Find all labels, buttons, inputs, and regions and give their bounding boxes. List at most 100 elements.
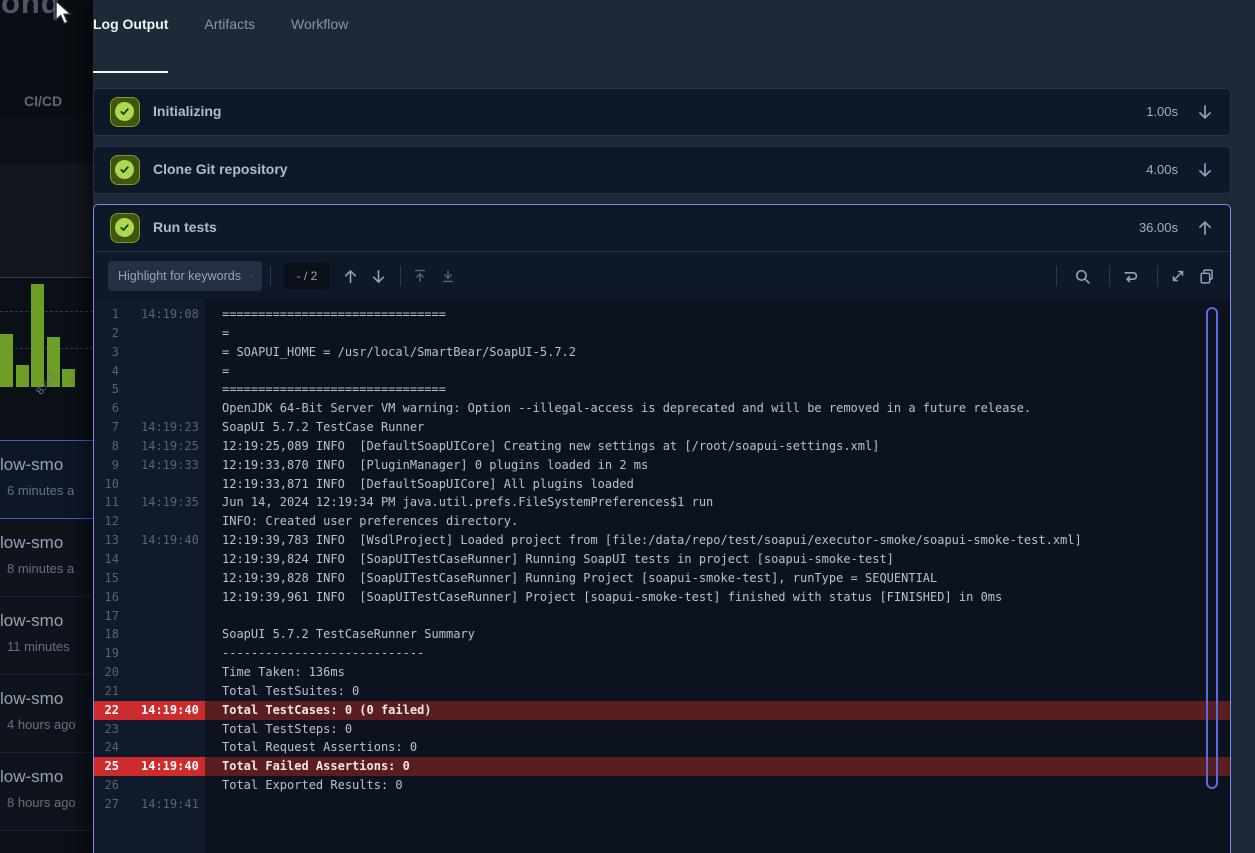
log-gutter: 24 [94, 738, 205, 757]
line-number: 24 [94, 738, 119, 757]
line-number: 20 [94, 663, 119, 682]
execution-time: 6 minutes a [7, 483, 74, 498]
log-text: 12:19:33,871 INFO [DefaultSoapUICore] Al… [222, 475, 1230, 494]
expand-step-icon[interactable] [1196, 161, 1214, 179]
log-text: SoapUI 5.7.2 TestCase Runner [222, 418, 1230, 437]
chart-bar [62, 369, 75, 387]
log-gutter: 19 [94, 644, 205, 663]
funnel-icon [250, 269, 252, 283]
log-text: Total Request Assertions: 0 [222, 738, 1230, 757]
log-console[interactable]: 114:19:08===============================… [94, 299, 1230, 853]
log-line: 10 12:19:33,871 INFO [DefaultSoapUICore] … [94, 475, 1230, 494]
line-number: 4 [94, 362, 119, 381]
log-text: OpenJDK 64-Bit Server VM warning: Option… [222, 399, 1230, 418]
expand-icon [1170, 268, 1186, 284]
scroll-to-top-button[interactable] [408, 264, 432, 288]
line-number: 11 [94, 493, 119, 512]
line-timestamp [141, 738, 201, 757]
line-timestamp [141, 644, 201, 663]
line-number: 13 [94, 531, 119, 550]
collapse-step-icon[interactable] [1196, 219, 1214, 237]
line-number: 22 [94, 701, 119, 720]
search-logs-button[interactable] [1070, 264, 1094, 288]
log-text: 12:19:39,961 INFO [SoapUITestCaseRunner]… [222, 588, 1230, 607]
log-gutter: 26 [94, 776, 205, 795]
next-match-button[interactable] [366, 264, 390, 288]
line-timestamp [141, 588, 201, 607]
copy-logs-button[interactable] [1194, 264, 1218, 288]
log-gutter: 14 [94, 550, 205, 569]
line-timestamp: 14:19:40 [141, 531, 201, 550]
divider [400, 266, 401, 286]
line-number: 23 [94, 720, 119, 739]
execution-name: low-smo [0, 455, 63, 475]
line-number: 10 [94, 475, 119, 494]
step-duration: 4.00s [1146, 162, 1178, 177]
line-number: 14 [94, 550, 119, 569]
log-gutter: 3 [94, 343, 205, 362]
log-line: 4= [94, 362, 1230, 381]
divider [1157, 266, 1158, 286]
line-timestamp [141, 475, 201, 494]
chart-bar [0, 334, 13, 387]
log-line: 24 Total Request Assertions: 0 [94, 738, 1230, 757]
arrow-up-icon [342, 268, 359, 285]
scroll-to-bottom-button[interactable] [436, 264, 460, 288]
builds-bar-chart [0, 277, 93, 387]
line-timestamp: 14:19:08 [141, 305, 201, 324]
log-text: 12:19:39,783 INFO [WsdlProject] Loaded p… [222, 531, 1230, 550]
tab-log-output[interactable]: Log Output [93, 16, 168, 62]
line-number: 15 [94, 569, 119, 588]
line-timestamp [141, 550, 201, 569]
log-line: 19---------------------------- [94, 644, 1230, 663]
execution-list-item[interactable]: low-smo8 minutes a [0, 519, 93, 597]
log-gutter: 6 [94, 399, 205, 418]
log-text: 12:19:39,828 INFO [SoapUITestCaseRunner]… [222, 569, 1230, 588]
log-line: 5=============================== [94, 380, 1230, 399]
execution-list-item[interactable]: low-smo8 hours ago [0, 753, 93, 831]
log-gutter: 13 14:19:40 [94, 531, 205, 550]
line-number: 21 [94, 682, 119, 701]
log-gutter: 8 14:19:25 [94, 437, 205, 456]
log-toolbar: Highlight for keywords - / 2 [94, 253, 1230, 299]
step-success-icon [110, 155, 140, 185]
line-number: 3 [94, 343, 119, 362]
line-timestamp: 14:19:40 [141, 701, 201, 720]
line-timestamp: 14:19:40 [141, 757, 201, 776]
log-gutter: 2 [94, 324, 205, 343]
toggle-wrap-button[interactable] [1118, 264, 1142, 288]
step-clone-git-repository[interactable]: Clone Git repository 4.00s [93, 146, 1231, 194]
line-number: 2 [94, 324, 119, 343]
log-gutter: 114:19:08 [94, 305, 205, 324]
tab-artifacts[interactable]: Artifacts [204, 16, 255, 62]
line-timestamp [141, 362, 201, 381]
divider [1109, 266, 1110, 286]
log-text: = SOAPUI_HOME = /usr/local/SmartBear/Soa… [222, 343, 1230, 362]
log-line: 1114:19:35Jun 14, 2024 12:19:34 PM java.… [94, 493, 1230, 512]
line-number: 5 [94, 380, 119, 399]
log-line: 114:19:08=============================== [94, 305, 1230, 324]
log-text: 12:19:25,089 INFO [DefaultSoapUICore] Cr… [222, 437, 1230, 456]
step-header[interactable]: Run tests 36.00s [94, 205, 1230, 252]
execution-list-item[interactable]: low-smo4 hours ago [0, 675, 93, 753]
keyword-filter-label: Highlight for keywords [118, 269, 241, 283]
step-initializing[interactable]: Initializing 1.00s [93, 88, 1231, 136]
line-timestamp: 14:19:25 [141, 437, 201, 456]
step-duration: 1.00s [1146, 104, 1178, 119]
log-gutter: 16 [94, 588, 205, 607]
copy-icon [1198, 268, 1215, 285]
fullscreen-button[interactable] [1166, 264, 1190, 288]
line-timestamp [141, 399, 201, 418]
log-gutter: 18 [94, 625, 205, 644]
keyword-filter-input[interactable]: Highlight for keywords [108, 261, 262, 291]
scrollbar-thumb[interactable] [1206, 307, 1218, 789]
execution-list-item[interactable]: low-smo 6 minutes a [0, 440, 93, 519]
log-gutter: 23 [94, 720, 205, 739]
line-number: 19 [94, 644, 119, 663]
execution-list-item[interactable]: low-smo11 minutes [0, 597, 93, 675]
tab-workflow[interactable]: Workflow [291, 16, 348, 62]
line-number: 8 [94, 437, 119, 456]
expand-step-icon[interactable] [1196, 103, 1214, 121]
line-timestamp [141, 720, 201, 739]
previous-match-button[interactable] [338, 264, 362, 288]
